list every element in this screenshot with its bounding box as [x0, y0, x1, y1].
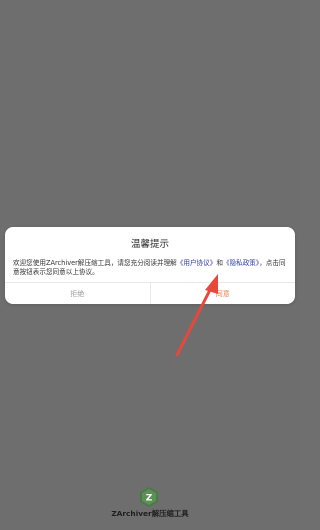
agree-button[interactable]: 同意	[149, 283, 296, 304]
dialog-message: 欢迎您使用ZArchiver解压缩工具，请您充分阅读并理解《用户协议》和《隐私政…	[5, 259, 295, 277]
reject-button[interactable]: 拒绝	[5, 283, 150, 304]
zarchiver-logo-icon: Z	[140, 487, 158, 507]
privacy-policy-link[interactable]: 《隐私政策》	[223, 259, 259, 267]
message-prefix: 欢迎您使用ZArchiver解压缩工具，请您充分阅读并理解	[13, 259, 177, 267]
brand-footer: Z ZArchiver解压缩工具	[0, 487, 300, 527]
logo-letter: Z	[146, 494, 153, 504]
brand-name: ZArchiver解压缩工具	[111, 509, 189, 518]
dialog-title: 温馨提示	[130, 239, 169, 250]
message-and: 和	[216, 259, 223, 267]
privacy-dialog: 温馨提示 欢迎您使用ZArchiver解压缩工具，请您充分阅读并理解《用户协议》…	[5, 227, 295, 304]
dialog-actions: 拒绝 同意	[5, 282, 295, 304]
dimmed-background: 温馨提示 欢迎您使用ZArchiver解压缩工具，请您充分阅读并理解《用户协议》…	[0, 0, 300, 530]
user-agreement-link[interactable]: 《用户协议》	[177, 259, 217, 267]
